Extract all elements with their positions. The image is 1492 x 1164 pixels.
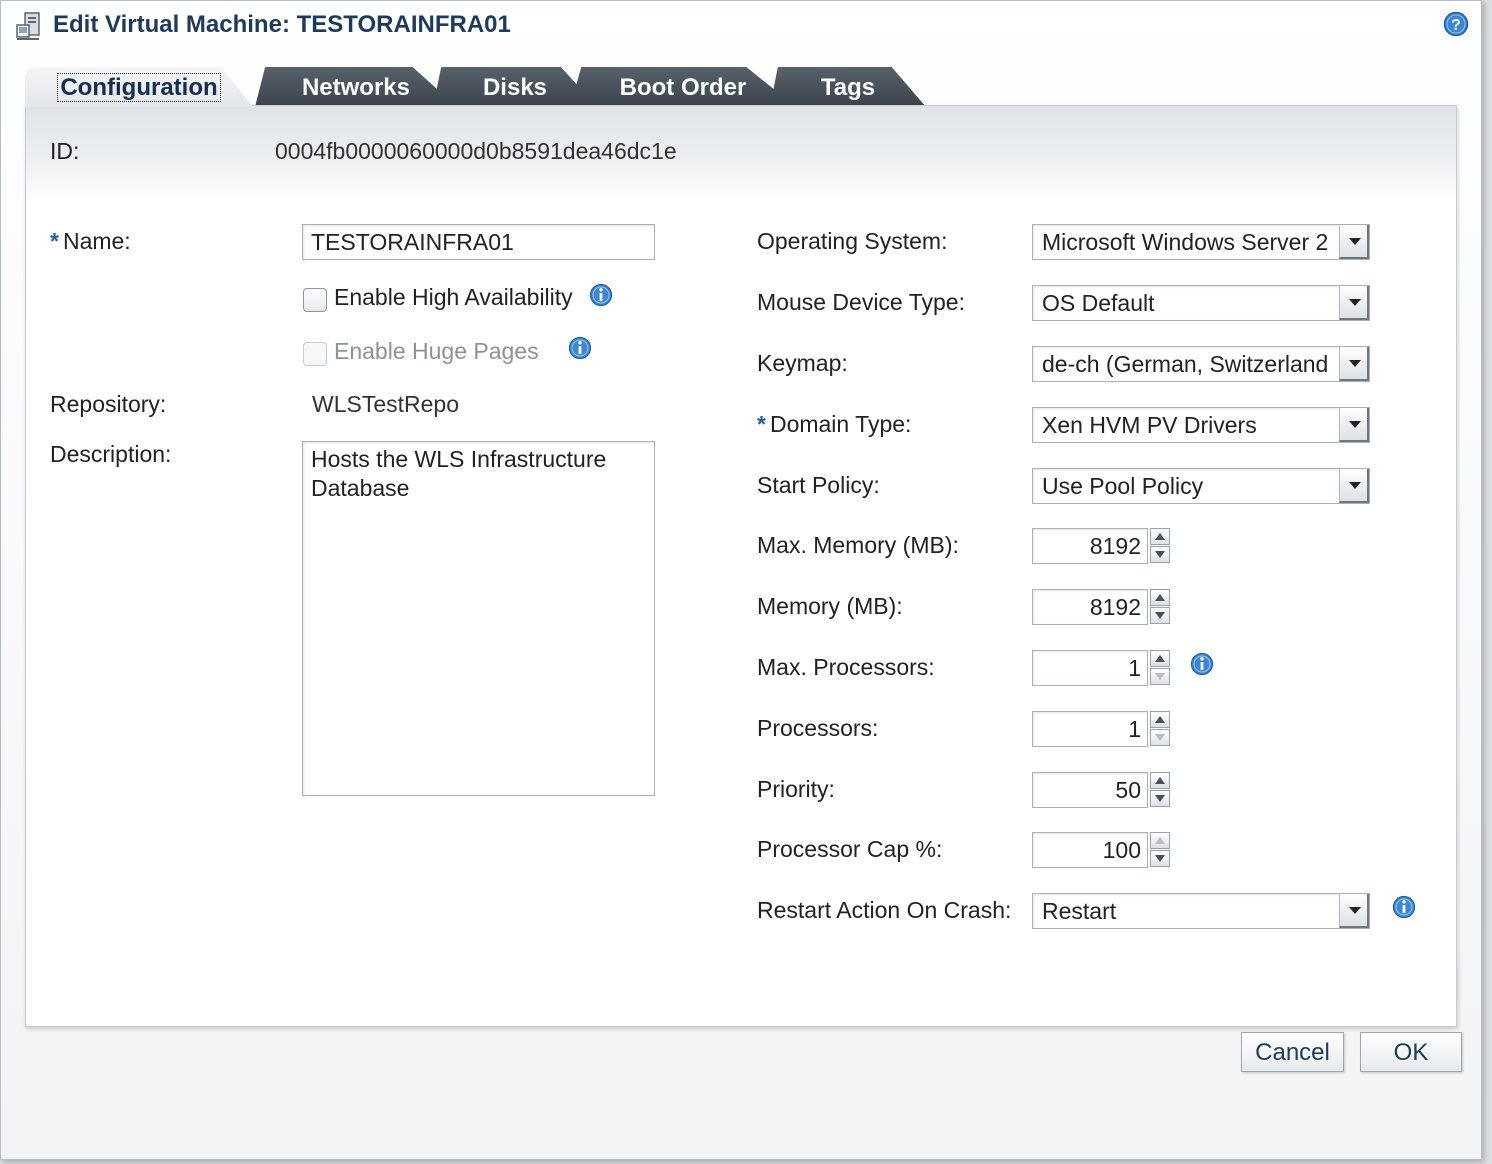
tab-tags[interactable]: Tags [770,67,926,107]
id-band [26,106,1456,198]
keymap-label: Keymap: [757,350,848,376]
processors-label: Processors: [757,715,879,741]
name-label: * Name: [50,228,131,254]
chevron-down-icon[interactable] [1339,469,1369,503]
info-icon[interactable] [568,336,592,360]
increment-arrow-icon[interactable] [1150,650,1170,667]
cancel-button[interactable]: Cancel [1241,1032,1344,1072]
svg-text:?: ? [1451,17,1461,34]
domain-type-label: * Domain Type: [757,411,912,437]
chevron-down-icon[interactable] [1339,347,1369,381]
max-memory-label: Max. Memory (MB): [757,532,959,558]
restart-action-select[interactable]: Restart [1032,893,1370,929]
priority-field[interactable]: 50 [1032,772,1148,808]
decrement-arrow-icon[interactable] [1150,850,1170,867]
tab-boot-order[interactable]: Boot Order [570,67,796,107]
keymap-value: de-ch (German, Switzerland [1042,351,1329,377]
info-icon[interactable] [1392,895,1416,919]
domain-type-value: Xen HVM PV Drivers [1042,412,1257,438]
start-policy-select[interactable]: Use Pool Policy [1032,468,1370,504]
chevron-down-icon[interactable] [1339,286,1369,320]
increment-arrow-icon[interactable] [1150,528,1170,545]
restart-action-label: Restart Action On Crash: [757,897,1012,923]
processors-field[interactable]: 1 [1032,711,1148,747]
increment-arrow-icon[interactable] [1150,589,1170,606]
huge-pages-label: Enable Huge Pages [334,338,539,364]
processor-cap-spinner[interactable]: 100 [1032,832,1172,868]
priority-label: Priority: [757,776,835,802]
required-mark: * [757,411,766,437]
memory-label: Memory (MB): [757,593,903,619]
decrement-arrow-icon[interactable] [1150,607,1170,624]
huge-pages-checkbox[interactable] [303,342,327,366]
high-availability-checkbox[interactable] [303,288,327,312]
chevron-down-icon[interactable] [1339,408,1369,442]
operating-system-value: Microsoft Windows Server 2 [1042,229,1329,255]
max-processors-spinner[interactable]: 1 [1032,650,1172,686]
keymap-select[interactable]: de-ch (German, Switzerland [1032,346,1370,382]
decrement-arrow-icon[interactable] [1150,729,1170,746]
operating-system-select[interactable]: Microsoft Windows Server 2 [1032,224,1370,260]
mouse-device-type-value: OS Default [1042,290,1155,316]
processor-cap-field[interactable]: 100 [1032,832,1148,868]
info-icon[interactable] [1190,652,1214,676]
decrement-arrow-icon[interactable] [1150,790,1170,807]
required-mark: * [50,228,59,254]
high-availability-label: Enable High Availability [334,284,573,310]
mouse-device-type-select[interactable]: OS Default [1032,285,1370,321]
processor-cap-label: Processor Cap %: [757,836,943,862]
max-processors-field[interactable]: 1 [1032,650,1148,686]
start-policy-label: Start Policy: [757,472,880,498]
memory-spinner[interactable]: 8192 [1032,589,1172,625]
start-policy-value: Use Pool Policy [1042,473,1204,499]
chevron-down-icon[interactable] [1339,225,1369,259]
increment-arrow-icon[interactable] [1150,772,1170,789]
operating-system-label: Operating System: [757,228,948,254]
tab-networks[interactable]: Networks [255,67,457,107]
tab-bar: Configuration Networks Disks Boot Order … [25,67,945,107]
memory-field[interactable]: 8192 [1032,589,1148,625]
vm-edit-icon [16,12,40,40]
increment-arrow-icon[interactable] [1150,711,1170,728]
name-input[interactable] [302,224,655,260]
help-icon[interactable]: ? [1443,11,1469,37]
configuration-panel: ID: 0004fb0000060000d0b8591dea46dc1e * Na… [25,105,1457,1027]
tab-configuration[interactable]: Configuration [25,67,253,107]
id-label: ID: [50,138,80,164]
description-label: Description: [50,441,172,467]
mouse-device-type-label: Mouse Device Type: [757,289,965,315]
info-icon[interactable] [589,283,613,307]
id-value: 0004fb0000060000d0b8591dea46dc1e [275,138,677,164]
decrement-arrow-icon[interactable] [1150,668,1170,685]
priority-spinner[interactable]: 50 [1032,772,1172,808]
repository-value: WLSTestRepo [312,391,460,417]
max-processors-label: Max. Processors: [757,654,935,680]
increment-arrow-icon[interactable] [1150,832,1170,849]
decrement-arrow-icon[interactable] [1150,546,1170,563]
description-textarea[interactable]: Hosts the WLS Infrastructure Database [302,441,655,796]
max-memory-spinner[interactable]: 8192 [1032,528,1172,564]
ok-button[interactable]: OK [1360,1032,1462,1072]
domain-type-select[interactable]: Xen HVM PV Drivers [1032,407,1370,443]
dialog-title: Edit Virtual Machine: TESTORAINFRA01 [53,11,511,38]
repository-label: Repository: [50,391,167,417]
max-memory-field[interactable]: 8192 [1032,528,1148,564]
restart-action-value: Restart [1042,898,1117,924]
edit-vm-dialog: Edit Virtual Machine: TESTORAINFRA01 ? C… [0,0,1482,1160]
processors-spinner[interactable]: 1 [1032,711,1172,747]
chevron-down-icon[interactable] [1339,894,1369,928]
